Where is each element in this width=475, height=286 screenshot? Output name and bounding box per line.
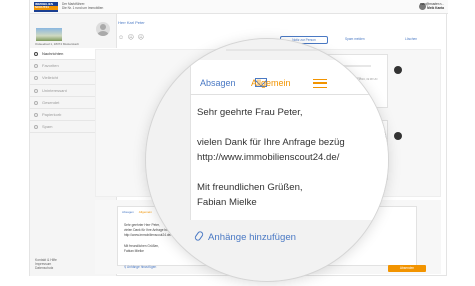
text-line bbox=[226, 49, 336, 51]
tab-allgemein-zoom[interactable]: Allgemein bbox=[251, 78, 291, 88]
footer-links: Kontakt & Hilfe Impressum Datenschutz bbox=[35, 258, 57, 271]
listing-thumbnail[interactable] bbox=[36, 28, 62, 41]
menu-icon bbox=[313, 79, 327, 88]
user-menu[interactable]: max@muster.n... Meik Kanta bbox=[420, 2, 444, 10]
sender-avatar bbox=[96, 22, 110, 36]
delete-link[interactable]: Löschen bbox=[405, 37, 417, 41]
reply-greeting-zoom: Sehr geehrte Frau Peter, bbox=[197, 107, 303, 118]
block-icon bbox=[34, 88, 38, 93]
brand-tagline: Der Marktführer: Die Nr. 1 rund um Immob… bbox=[62, 2, 104, 10]
magnifier-lens: Absagen Allgemein Sehr geehrte Frau Pete… bbox=[146, 39, 388, 281]
tab-absagen-zoom[interactable]: Absagen bbox=[200, 78, 236, 88]
divider bbox=[190, 94, 388, 95]
attach-files-link-zoom[interactable]: Anhänge hinzufügen bbox=[193, 230, 296, 243]
link-datenschutz[interactable]: Datenschutz bbox=[35, 266, 57, 270]
star-icon bbox=[34, 64, 38, 69]
question-icon bbox=[34, 76, 38, 81]
paperclip-icon bbox=[193, 230, 205, 242]
spam-icon bbox=[34, 125, 38, 130]
top-bar: IMMOBILIEN SCOUT24 Der Marktführer: Die … bbox=[30, 0, 448, 14]
trash-icon bbox=[34, 112, 38, 117]
tab-absagen[interactable]: Absagen bbox=[122, 210, 134, 214]
reply-body-zoom: vielen Dank für Ihre Anfrage bezüg http:… bbox=[197, 137, 345, 208]
recipient-avatar bbox=[394, 132, 402, 140]
recipient-avatar bbox=[394, 66, 402, 74]
brand-logo[interactable]: IMMOBILIEN SCOUT24 bbox=[34, 2, 58, 12]
listing-caption: Ostseebad 1, 18374 Musterstadt bbox=[35, 42, 79, 46]
rating-icons[interactable]: ☺ ☹ ☹ bbox=[118, 34, 145, 41]
send-icon bbox=[34, 100, 38, 105]
send-button[interactable]: Absenden bbox=[388, 265, 426, 272]
sender-name[interactable]: Herr Karl Peter bbox=[118, 20, 145, 25]
inbox-icon bbox=[34, 52, 38, 56]
